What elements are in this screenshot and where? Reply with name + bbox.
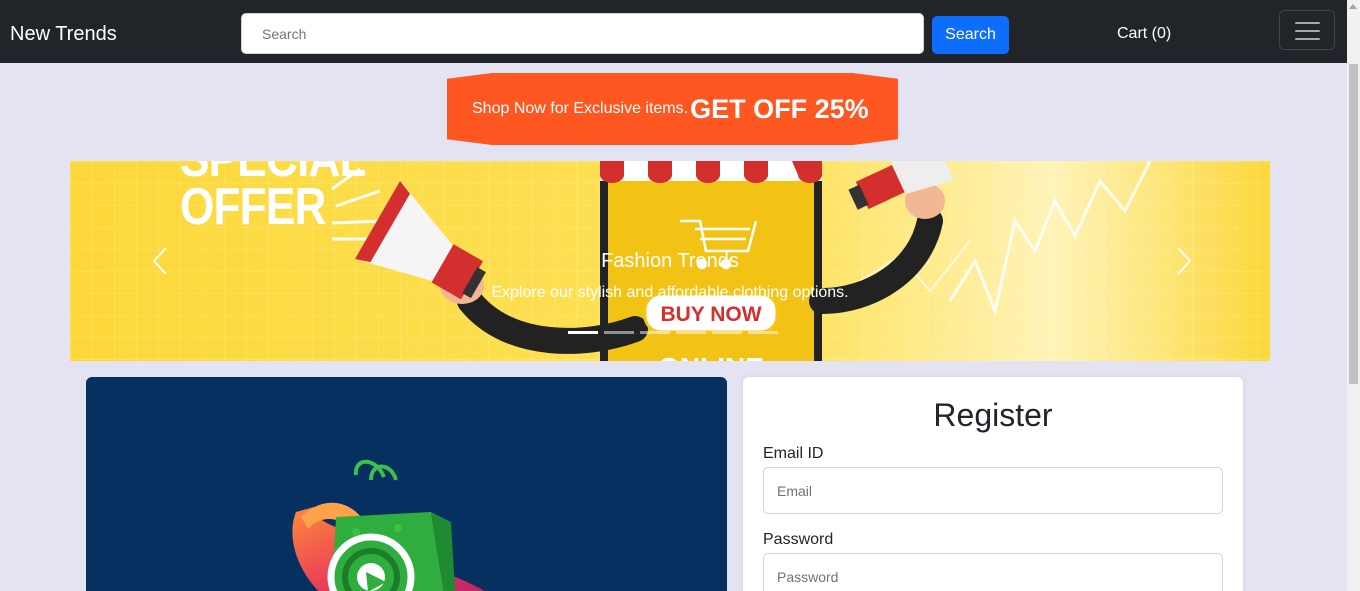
register-form-card: Register Email ID Password <box>743 377 1243 591</box>
online-text: ONLINE <box>658 352 764 361</box>
promo-highlight: GET OFF 25% <box>690 93 869 124</box>
shopping-bag-logo-image <box>292 459 485 591</box>
special-offer-text: SPECIAL OFFER <box>180 161 366 236</box>
search-input[interactable] <box>241 13 924 54</box>
carousel-caption-title: Fashion Trends <box>601 250 739 272</box>
carousel-indicator[interactable] <box>748 331 778 334</box>
email-field[interactable] <box>763 467 1223 514</box>
carousel-indicator[interactable] <box>712 331 742 334</box>
carousel-indicators <box>568 331 778 334</box>
carousel-caption-text: Explore our stylish and affordable cloth… <box>491 284 849 301</box>
shop-awning-graphic <box>600 161 822 183</box>
register-title: Register <box>933 397 1053 433</box>
hamburger-icon-line <box>1295 38 1320 40</box>
special-offer-line-2: OFFER <box>180 178 326 236</box>
email-label: Email ID <box>763 445 824 462</box>
carousel-indicator[interactable] <box>640 331 670 334</box>
promo-banner: Shop Now for Exclusive items. GET OFF 25… <box>447 73 898 145</box>
carousel-indicator[interactable] <box>604 331 634 334</box>
password-label: Password <box>763 531 834 548</box>
scrollbar-thumb[interactable] <box>1349 64 1358 384</box>
hamburger-icon-line <box>1295 30 1320 32</box>
carousel-indicator[interactable] <box>676 331 706 334</box>
brand-link[interactable]: New Trends <box>10 22 117 46</box>
shopping-bag-image-card <box>86 377 727 591</box>
search-button[interactable]: Search <box>932 16 1009 54</box>
hero-carousel: BUY NOW ONLINE SPECIAL OFFER Fashion Tre… <box>70 161 1270 361</box>
cart-link[interactable]: Cart (0) <box>1117 25 1171 43</box>
buy-now-text: BUY NOW <box>660 303 761 326</box>
password-field[interactable] <box>763 553 1223 591</box>
scroll-up-arrow-icon[interactable] <box>1349 4 1357 9</box>
navbar: New Trends Search Cart (0) <box>0 0 1347 63</box>
navbar-toggler-button[interactable] <box>1279 10 1335 50</box>
hamburger-icon <box>1295 22 1320 24</box>
shopping-bag-icon <box>327 459 456 591</box>
promo-text: Shop Now for Exclusive items. <box>472 100 689 117</box>
carousel-indicator[interactable] <box>568 331 598 334</box>
page-scrollbar[interactable] <box>1347 0 1360 591</box>
